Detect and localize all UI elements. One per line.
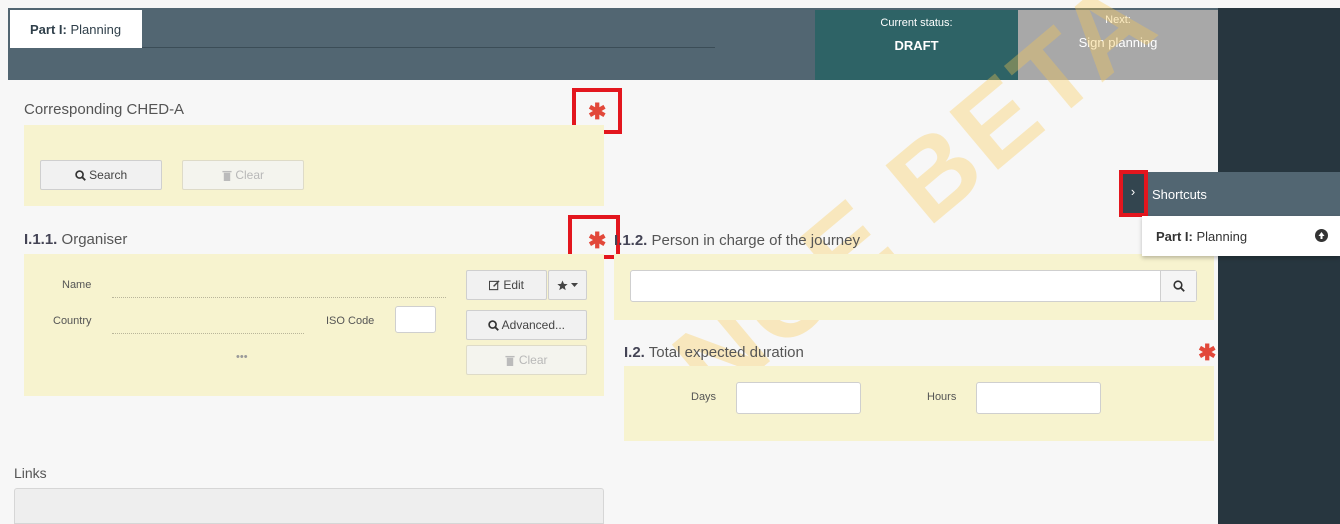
iso-code-field[interactable] — [395, 306, 436, 333]
organiser-number: I.1.1. — [24, 231, 58, 248]
status-label: Current status: — [880, 17, 953, 29]
caret-down-icon — [571, 283, 579, 288]
trash-icon — [222, 171, 232, 182]
iso-code-label: ISO Code — [326, 315, 375, 327]
required-asterisk-icon: ✱ — [588, 99, 607, 124]
shortcut-item-prefix: Part I: — [1156, 229, 1193, 244]
duration-panel — [624, 366, 1214, 441]
clear-button[interactable]: Clear — [182, 160, 304, 190]
duration-title: I.2. Total expected duration — [624, 344, 804, 361]
required-asterisk-icon: ✱ — [1198, 340, 1217, 365]
duration-label: Total expected duration — [648, 344, 804, 361]
shortcut-item-label: Planning — [1196, 229, 1248, 244]
person-search-button[interactable] — [1160, 271, 1196, 301]
tab-part-1-planning[interactable]: Part I: Planning — [10, 10, 142, 48]
person-in-charge-title: I.1.2. Person in charge of the journey — [614, 232, 860, 249]
shortcut-toggle-highlight-box — [1119, 170, 1148, 217]
organiser-title: I.1.1. Organiser — [24, 231, 127, 248]
search-label: Search — [89, 168, 128, 182]
advanced-label: Advanced... — [501, 318, 566, 332]
name-field — [112, 297, 446, 298]
required-asterisk-icon: ✱ — [588, 228, 607, 253]
edit-button[interactable]: Edit — [466, 270, 547, 300]
star-icon — [557, 280, 568, 291]
more-dots[interactable]: ••• — [236, 351, 248, 363]
days-label: Days — [691, 391, 717, 403]
header-divider — [142, 47, 715, 48]
clear-label: Clear — [235, 168, 265, 182]
edit-icon — [488, 280, 500, 291]
organiser-clear-button[interactable]: Clear — [466, 345, 587, 375]
search-icon — [1173, 280, 1185, 292]
shortcuts-title: Shortcuts — [1152, 187, 1207, 202]
search-icon — [488, 320, 499, 332]
organiser-label: Organiser — [61, 231, 128, 248]
right-panel-background — [1218, 8, 1340, 524]
search-icon — [75, 170, 86, 182]
duration-number: I.2. — [624, 344, 645, 361]
clear-label: Clear — [518, 353, 548, 367]
hours-input[interactable] — [976, 382, 1101, 414]
advanced-search-button[interactable]: Advanced... — [466, 310, 587, 340]
country-field — [112, 333, 304, 334]
person-label: Person in charge of the journey — [651, 232, 860, 249]
shortcut-item-part-1-planning[interactable]: Part I: Planning — [1142, 216, 1340, 256]
edit-label: Edit — [503, 278, 525, 292]
hours-label: Hours — [927, 391, 957, 403]
arrow-up-circle-icon — [1315, 229, 1328, 242]
search-button[interactable]: Search — [40, 160, 162, 190]
favourites-dropdown-button[interactable] — [548, 270, 587, 300]
country-label: Country — [53, 315, 92, 327]
links-title: Links — [14, 465, 47, 481]
ched-title: Corresponding CHED-A — [24, 101, 185, 118]
links-panel — [14, 488, 604, 524]
person-number: I.1.2. — [614, 232, 648, 249]
person-search-input[interactable] — [630, 270, 1197, 302]
tab-label: Planning — [70, 22, 122, 37]
name-label: Name — [62, 279, 92, 291]
shortcuts-header[interactable]: › Shortcuts — [1120, 172, 1340, 216]
tab-prefix: Part I: — [30, 22, 67, 37]
days-input[interactable] — [736, 382, 861, 414]
trash-icon — [505, 356, 516, 367]
